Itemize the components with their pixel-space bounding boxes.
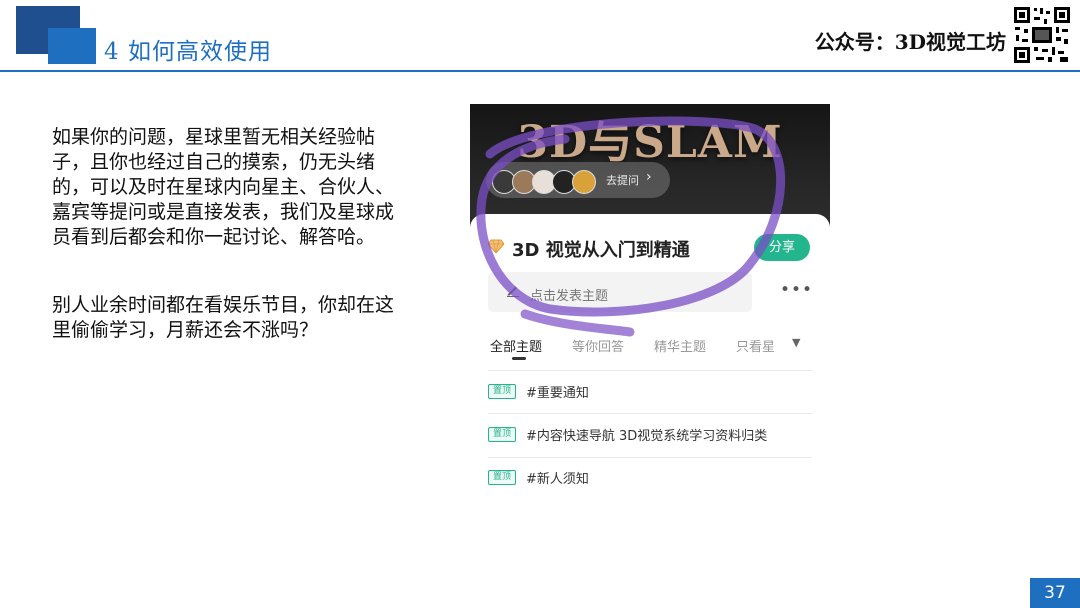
pinned-topic-title: #重要通知 xyxy=(526,386,589,401)
chevron-right-icon: › xyxy=(646,169,652,185)
divider xyxy=(488,370,812,371)
pinned-topic-title: #新人须知 xyxy=(526,472,589,487)
topic-tabs: 全部主题 等你回答 精华主题 只看星 ▼ xyxy=(490,336,820,360)
avatar xyxy=(572,170,596,194)
group-name: 3D 视觉从入门到精通 xyxy=(512,240,690,261)
header-decor-square-light xyxy=(48,28,96,64)
page-number: 37 xyxy=(1030,578,1080,608)
divider xyxy=(488,457,812,458)
post-topic-input[interactable]: 点击发表主题 xyxy=(488,272,752,312)
tab-awaiting-answer[interactable]: 等你回答 xyxy=(572,336,624,355)
brand-label: 公众号：3D视觉工坊 xyxy=(814,30,1006,54)
tab-all-topics[interactable]: 全部主题 xyxy=(490,336,542,355)
pencil-icon xyxy=(506,283,520,301)
banner-title: 3D与SLAM xyxy=(517,117,783,168)
share-button[interactable]: 分享 xyxy=(754,234,810,261)
section-title: 4 如何高效使用 xyxy=(104,39,272,65)
diamond-icon xyxy=(487,238,505,258)
ask-question-pill[interactable]: 去提问 › xyxy=(486,162,670,198)
more-options-icon[interactable]: ••• xyxy=(780,280,813,300)
group-card: 3D 视觉从入门到精通 分享 点击发表主题 ••• 全部主题 等你回答 精华主题… xyxy=(470,214,830,504)
pinned-topic-title: #内容快速导航 3D视觉系统学习资料归类 xyxy=(526,429,768,444)
post-topic-placeholder: 点击发表主题 xyxy=(530,289,609,304)
paragraph-study-motivation: 别人业余时间都在看娱乐节目，你却在这里偷偷学习，月薪还会不涨吗？ xyxy=(52,294,395,341)
ask-question-label: 去提问 xyxy=(606,174,639,187)
tab-featured-topics[interactable]: 精华主题 xyxy=(654,336,706,355)
header-divider xyxy=(0,70,1080,72)
app-screenshot: 3D与SLAM 去提问 › 3D 视觉从入门到精通 分享 点击发表主题 ••• … xyxy=(470,104,830,504)
qr-code xyxy=(1012,5,1072,65)
tab-owner-only[interactable]: 只看星 xyxy=(736,336,775,355)
pinned-badge: 置顶 xyxy=(488,470,516,485)
caret-down-icon[interactable]: ▼ xyxy=(792,336,800,349)
pinned-badge: 置顶 xyxy=(488,427,516,442)
paragraph-ask-questions: 如果你的问题，星球里暂无相关经验帖子，且你也经过自己的摸索，仍无头绪的，可以及时… xyxy=(52,126,395,248)
active-tab-indicator xyxy=(512,357,526,360)
divider xyxy=(488,413,812,414)
pinned-badge: 置顶 xyxy=(488,384,516,399)
